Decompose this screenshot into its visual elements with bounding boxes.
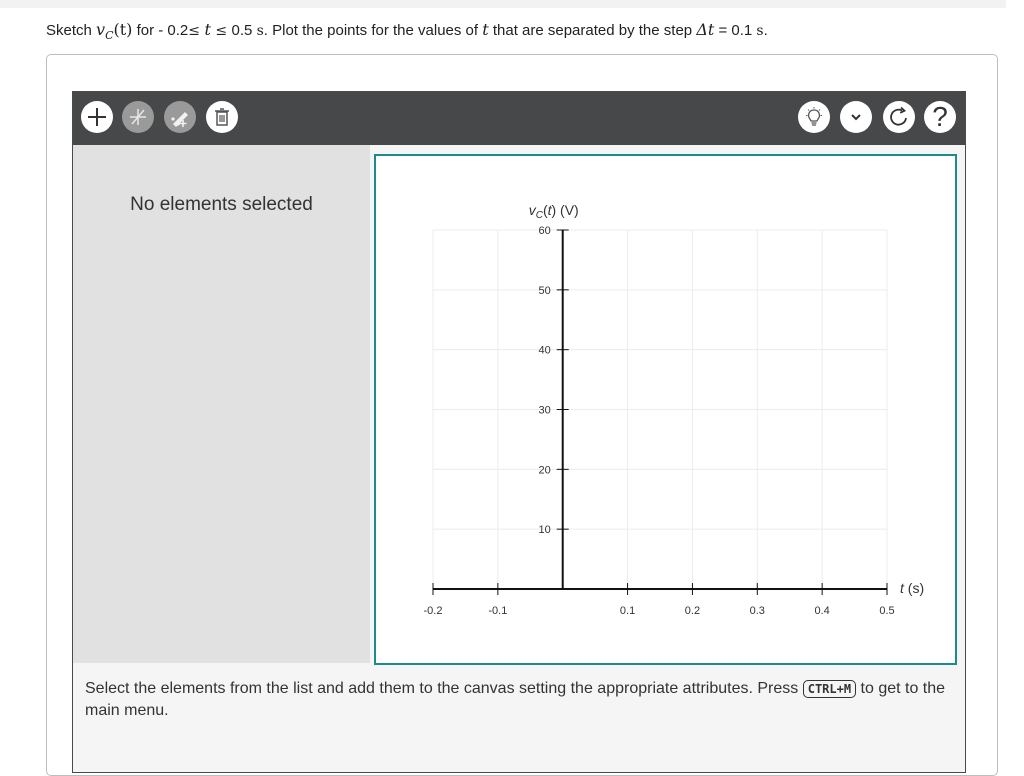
chevron-down-icon: [851, 114, 861, 121]
graph-canvas[interactable]: -0.2 -0.1 0.1 0.2 0.3 0.4 0.5 10 20 30 40 50 60 t (s)…: [374, 154, 957, 665]
unit-s-2: s: [756, 23, 764, 39]
x-tick-label: 0.2: [685, 605, 700, 617]
menu-dropdown-button[interactable]: [840, 101, 872, 133]
graph-widget: ? No elements selected -0.2 -0.1 0.1 0.2 0.3…: [72, 91, 966, 773]
properties-panel: No elements selected: [73, 145, 370, 663]
x-tick-label: 0.3: [750, 605, 765, 617]
add-point-button[interactable]: [164, 101, 196, 133]
y-tick-label: 10: [538, 524, 550, 536]
le-symbol-2: ≤: [210, 23, 232, 39]
line-tool-button[interactable]: [122, 101, 154, 133]
hint-button[interactable]: [798, 101, 830, 133]
question-text: Sketch vC(t) for - 0.2≤ t ≤ 0.5 s. Plot …: [46, 20, 768, 43]
delete-button[interactable]: [206, 101, 238, 133]
le-symbol: ≤: [188, 23, 205, 39]
question-range-end: 0.5: [231, 22, 257, 39]
reset-button[interactable]: [883, 101, 915, 133]
instructions: Select the elements from the list and ad…: [85, 680, 946, 719]
add-button[interactable]: [81, 101, 113, 133]
x-tick-label: 0.4: [814, 605, 829, 617]
delta-t-symbol: Δt: [696, 20, 715, 39]
rotate-icon: [890, 106, 907, 126]
question-step-text: that are separated by the step: [488, 22, 697, 39]
line-tool-icon: [130, 109, 146, 125]
add-point-icon: [171, 112, 188, 127]
question-step-value: = 0.1: [714, 22, 757, 39]
plot-area[interactable]: -0.2 -0.1 0.1 0.2 0.3 0.4 0.5 10 20 30 40 50 60 t (s)…: [376, 156, 955, 663]
x-tick-label: -0.1: [488, 605, 507, 617]
question-range-start: for - 0.2: [132, 22, 189, 39]
x-axis-label: t (s): [900, 580, 924, 596]
y-tick-label: 40: [538, 345, 550, 357]
vc-symbol: vC(t): [96, 20, 133, 43]
y-tick-label: 60: [538, 225, 550, 237]
toolbar: ?: [73, 92, 965, 145]
x-tick-label: 0.1: [620, 605, 635, 617]
shortcut-key: CTRL+M: [802, 680, 857, 698]
y-axis-label: vC(t) (V): [529, 202, 579, 221]
trash-icon: [215, 108, 229, 126]
no-selection-message: No elements selected: [130, 194, 313, 215]
x-tick-label: 0.5: [879, 605, 894, 617]
y-tick-label: 50: [538, 285, 550, 297]
unit-s: s: [256, 23, 264, 39]
y-tick-label: 30: [538, 405, 550, 417]
plus-icon: [88, 108, 106, 126]
help-button[interactable]: ?: [924, 101, 956, 133]
question-prefix: Sketch: [46, 22, 97, 39]
top-strip: [0, 0, 1006, 8]
lightbulb-icon: [806, 107, 822, 126]
x-tick-label: -0.2: [424, 605, 443, 617]
question-icon: ?: [932, 101, 948, 132]
question-middle: . Plot the points for the values of: [263, 22, 483, 39]
y-tick-label: 20: [538, 464, 550, 476]
